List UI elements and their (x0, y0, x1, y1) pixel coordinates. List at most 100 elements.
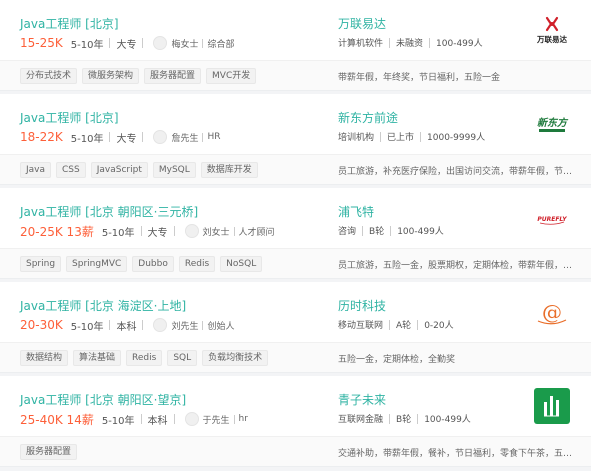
company-size: 100-499人 (436, 39, 483, 49)
company-benefits: 交通补助，带薪年假，餐补，节日福利，零食下午茶，五… (338, 449, 573, 459)
skill-tag: MySQL (152, 162, 196, 178)
xindongfang-logo-icon[interactable]: 新东方 (534, 106, 570, 142)
company-size: 0-20人 (424, 321, 454, 331)
skill-tag: JavaScript (90, 162, 148, 178)
company-size: 100-499人 (424, 415, 471, 425)
job-title-link[interactable]: Java工程师 [北京] (20, 109, 119, 126)
skill-tag: Dubbo (132, 256, 174, 272)
divider (173, 414, 175, 424)
company-name-link[interactable]: 历时科技 (338, 297, 386, 314)
skill-tag: Java (20, 162, 52, 178)
company-name-link[interactable]: 浦飞特 (338, 203, 374, 220)
divider (233, 414, 235, 424)
job-card-secondary: Java CSS JavaScript MySQL 数据库开发 员工旅游，补充医… (0, 154, 591, 184)
job-requirements: 20-30K 5-10年 本科 刘先生 创始人 (20, 316, 234, 334)
divider (420, 131, 422, 142)
purefly-logo-icon[interactable]: PUREFLY (534, 200, 570, 236)
job-list: Java工程师 [北京] 15-25K 5-10年 大专 梅女士 综合部 万联易… (0, 0, 591, 467)
skill-tags: Java CSS JavaScript MySQL 数据库开发 (20, 162, 258, 178)
recruiter-name: 梅女士 (171, 39, 199, 50)
skill-tag: 算法基础 (73, 350, 122, 366)
recruiter-role: 创始人 (207, 321, 235, 332)
divider (389, 413, 391, 424)
skill-tag: 服务器配置 (20, 444, 78, 460)
job-requirements: 25-40K 14薪 5-10年 本科 于先生 hr (20, 410, 248, 428)
recruiter-info[interactable]: 于先生 hr (184, 412, 248, 426)
recruiter-info[interactable]: 刘女士 人才顾问 (184, 224, 275, 238)
company-name-link[interactable]: 新东方前途 (338, 109, 398, 126)
recruiter-name: 刘先生 (171, 321, 199, 332)
skill-tag: 微服务架构 (82, 68, 140, 84)
job-card-secondary: 服务器配置 交通补助，带薪年假，餐补，节日福利，零食下午茶，五… (0, 436, 591, 466)
experience-requirement: 5-10年 (101, 227, 135, 239)
recruiter-info[interactable]: 刘先生 创始人 (153, 318, 234, 332)
job-card[interactable]: Java工程师 [北京 朝阳区·三元桥] 20-25K 13薪 5-10年 大专… (0, 188, 591, 279)
company-funding: 已上市 (387, 133, 415, 143)
company-info: 计算机软件 未融资 100-499人 (338, 36, 483, 49)
job-card-primary: Java工程师 [北京 朝阳区·望京] 25-40K 14薪 5-10年 本科 … (0, 376, 591, 436)
company-info: 移动互联网 A轮 0-20人 (338, 318, 454, 331)
company-benefits: 员工旅游，五险一金，股票期权，定期体检，带薪年假，… (338, 261, 573, 271)
recruiter-info[interactable]: 梅女士 综合部 (153, 36, 234, 50)
divider (389, 37, 391, 48)
job-card[interactable]: Java工程师 [北京] 15-25K 5-10年 大专 梅女士 综合部 万联易… (0, 0, 591, 91)
skill-tag: SpringMVC (66, 256, 128, 272)
job-title-link[interactable]: Java工程师 [北京 海淀区·上地] (20, 297, 186, 314)
divider (362, 225, 364, 236)
lishi-logo-icon[interactable]: @ (534, 294, 570, 330)
skill-tags: Spring SpringMVC Dubbo Redis NoSQL (20, 256, 263, 272)
divider (109, 132, 111, 142)
company-size: 100-499人 (397, 227, 444, 237)
company-size: 1000-9999人 (427, 133, 486, 143)
skill-tag: Spring (20, 256, 62, 272)
divider (202, 132, 204, 142)
company-benefits: 带薪年假，年终奖，节日福利，五险一金 (338, 73, 501, 83)
divider (390, 225, 392, 236)
company-info: 培训机构 已上市 1000-9999人 (338, 130, 485, 143)
salary-range: 20-25K 13薪 (20, 224, 94, 239)
company-industry: 咨询 (338, 227, 357, 237)
job-card[interactable]: Java工程师 [北京] 18-22K 5-10年 大专 詹先生 HR 新东方前… (0, 94, 591, 185)
divider (429, 37, 431, 48)
company-industry: 互联网金融 (338, 415, 384, 425)
job-card[interactable]: Java工程师 [北京 海淀区·上地] 20-30K 5-10年 本科 刘先生 … (0, 282, 591, 373)
recruiter-info[interactable]: 詹先生 HR (153, 130, 221, 144)
company-funding: B轮 (369, 227, 385, 237)
divider (417, 319, 419, 330)
education-requirement: 大专 (116, 39, 137, 51)
salary-range: 15-25K (20, 36, 63, 50)
salary-range: 18-22K (20, 130, 63, 144)
job-card-secondary: 分布式技术 微服务架构 服务器配置 MVC开发 带薪年假，年终奖，节日福利，五险… (0, 60, 591, 90)
job-card-primary: Java工程师 [北京] 15-25K 5-10年 大专 梅女士 综合部 万联易… (0, 0, 591, 60)
skill-tag: MVC开发 (206, 68, 257, 84)
company-benefits: 员工旅游，补充医疗保险，出国访问交流，带薪年假，节… (338, 167, 573, 177)
salary-range: 25-40K 14薪 (20, 412, 94, 427)
qingzi-logo-icon[interactable] (534, 388, 570, 424)
job-title-link[interactable]: Java工程师 [北京] (20, 15, 119, 32)
recruiter-role: 人才顾问 (238, 227, 275, 238)
company-name-link[interactable]: 万联易达 (338, 15, 386, 32)
company-info: 互联网金融 B轮 100-499人 (338, 412, 471, 425)
job-card-secondary: Spring SpringMVC Dubbo Redis NoSQL 员工旅游，… (0, 248, 591, 278)
recruiter-avatar (153, 318, 168, 332)
divider (109, 320, 111, 330)
divider (202, 38, 204, 48)
divider (417, 413, 419, 424)
job-title-link[interactable]: Java工程师 [北京 朝阳区·三元桥] (20, 203, 198, 220)
job-title-link[interactable]: Java工程师 [北京 朝阳区·望京] (20, 391, 186, 408)
company-funding: B轮 (396, 415, 412, 425)
skill-tag: 服务器配置 (144, 68, 202, 84)
wanlian-logo-icon[interactable]: 万联易达 (534, 12, 570, 48)
job-card-primary: Java工程师 [北京 海淀区·上地] 20-30K 5-10年 本科 刘先生 … (0, 282, 591, 342)
skill-tags: 分布式技术 微服务架构 服务器配置 MVC开发 (20, 68, 257, 84)
job-requirements: 20-25K 13薪 5-10年 大专 刘女士 人才顾问 (20, 222, 275, 240)
job-card[interactable]: Java工程师 [北京 朝阳区·望京] 25-40K 14薪 5-10年 本科 … (0, 376, 591, 467)
company-industry: 计算机软件 (338, 39, 384, 49)
company-info: 咨询 B轮 100-499人 (338, 224, 444, 237)
recruiter-avatar (184, 412, 199, 426)
divider (142, 38, 144, 48)
company-name-link[interactable]: 青子未来 (338, 391, 386, 408)
experience-requirement: 5-10年 (70, 321, 104, 333)
divider (389, 319, 391, 330)
education-requirement: 大专 (147, 227, 168, 239)
